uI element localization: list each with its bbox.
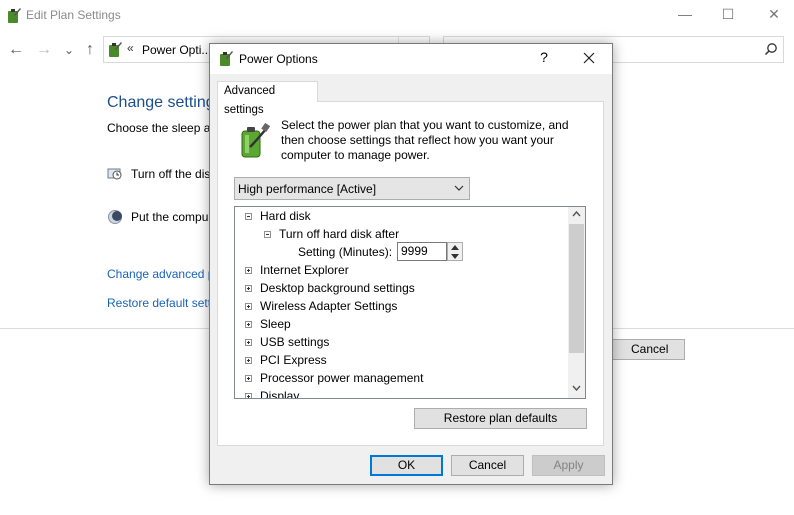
stepper-up-icon[interactable] bbox=[451, 245, 459, 250]
tree-item-internet-explorer[interactable]: Internet Explorer bbox=[260, 263, 349, 277]
tree-item-processor-power[interactable]: Processor power management bbox=[260, 371, 423, 385]
minutes-input[interactable]: 9999 bbox=[397, 242, 447, 261]
tree-item-turn-off-hard-disk[interactable]: Turn off hard disk after bbox=[279, 227, 399, 241]
close-window-button[interactable]: ✕ bbox=[751, 0, 794, 30]
collapse-icon[interactable] bbox=[245, 213, 252, 220]
chevron-down-icon bbox=[454, 185, 464, 191]
help-button[interactable]: ? bbox=[534, 49, 554, 65]
expand-icon[interactable] bbox=[245, 321, 252, 328]
forward-arrow-icon[interactable]: → bbox=[34, 40, 54, 60]
control-panel-icon bbox=[109, 42, 122, 57]
up-arrow-icon[interactable]: ↑ bbox=[80, 40, 100, 60]
page-subtitle: Choose the sleep an bbox=[107, 121, 218, 135]
back-arrow-icon[interactable]: ← bbox=[6, 40, 26, 60]
expand-icon[interactable] bbox=[245, 267, 252, 274]
monitor-clock-icon bbox=[107, 168, 122, 180]
power-options-app-icon bbox=[8, 8, 21, 23]
power-plan-select-value: High performance [Active] bbox=[238, 182, 377, 196]
restore-plan-defaults-button[interactable]: Restore plan defaults bbox=[414, 408, 587, 429]
battery-plug-icon bbox=[241, 122, 271, 158]
expand-icon[interactable] bbox=[245, 357, 252, 364]
expand-icon[interactable] bbox=[245, 393, 252, 398]
stepper-down-icon[interactable] bbox=[451, 254, 459, 259]
tree-item-desktop-background[interactable]: Desktop background settings bbox=[260, 281, 415, 295]
tab-advanced-settings[interactable]: Advanced settings bbox=[217, 81, 318, 116]
close-icon[interactable] bbox=[578, 47, 600, 69]
restore-defaults-link[interactable]: Restore default setti bbox=[107, 296, 214, 310]
apply-button[interactable]: Apply bbox=[532, 455, 605, 476]
dialog-title: Power Options bbox=[239, 52, 318, 66]
recent-locations-chevron-icon[interactable]: ⌄ bbox=[59, 40, 79, 60]
minutes-stepper[interactable] bbox=[447, 242, 463, 261]
tree-item-pci-express[interactable]: PCI Express bbox=[260, 353, 327, 367]
scroll-down-icon[interactable] bbox=[572, 385, 581, 391]
tree-item-display[interactable]: Display bbox=[260, 389, 299, 398]
change-advanced-link[interactable]: Change advanced p bbox=[107, 267, 214, 281]
tree-item-wireless-adapter[interactable]: Wireless Adapter Settings bbox=[260, 299, 397, 313]
power-options-icon bbox=[220, 51, 233, 66]
tree-item-hard-disk[interactable]: Hard disk bbox=[260, 209, 311, 223]
background-window-title: Edit Plan Settings bbox=[26, 8, 121, 22]
breadcrumb-overflow-icon[interactable]: « bbox=[127, 41, 134, 55]
cancel-button[interactable]: Cancel bbox=[451, 455, 524, 476]
breadcrumb[interactable]: Power Opti... bbox=[142, 43, 211, 57]
tree-clip-region: Display bbox=[235, 389, 568, 398]
page-title: Change setting bbox=[107, 94, 215, 111]
expand-icon[interactable] bbox=[245, 375, 252, 382]
search-icon[interactable] bbox=[764, 42, 778, 56]
expand-icon[interactable] bbox=[245, 303, 252, 310]
expand-icon[interactable] bbox=[245, 339, 252, 346]
collapse-icon[interactable] bbox=[264, 231, 271, 238]
scroll-up-icon[interactable] bbox=[572, 211, 581, 217]
minimize-button[interactable]: — bbox=[662, 0, 708, 30]
ok-button[interactable]: OK bbox=[370, 455, 443, 476]
display-off-label: Turn off the dis bbox=[131, 167, 211, 181]
setting-minutes-label: Setting (Minutes): bbox=[298, 245, 393, 259]
expand-icon[interactable] bbox=[245, 285, 252, 292]
background-cancel-button[interactable]: Cancel bbox=[612, 339, 685, 360]
moon-icon bbox=[108, 210, 122, 224]
tree-item-sleep[interactable]: Sleep bbox=[260, 317, 291, 331]
scrollbar-thumb[interactable] bbox=[569, 224, 584, 353]
dialog-description: Select the power plan that you want to c… bbox=[281, 118, 569, 162]
tree-item-usb-settings[interactable]: USB settings bbox=[260, 335, 329, 349]
maximize-button[interactable]: ☐ bbox=[705, 0, 751, 30]
sleep-label: Put the compu bbox=[131, 210, 209, 224]
